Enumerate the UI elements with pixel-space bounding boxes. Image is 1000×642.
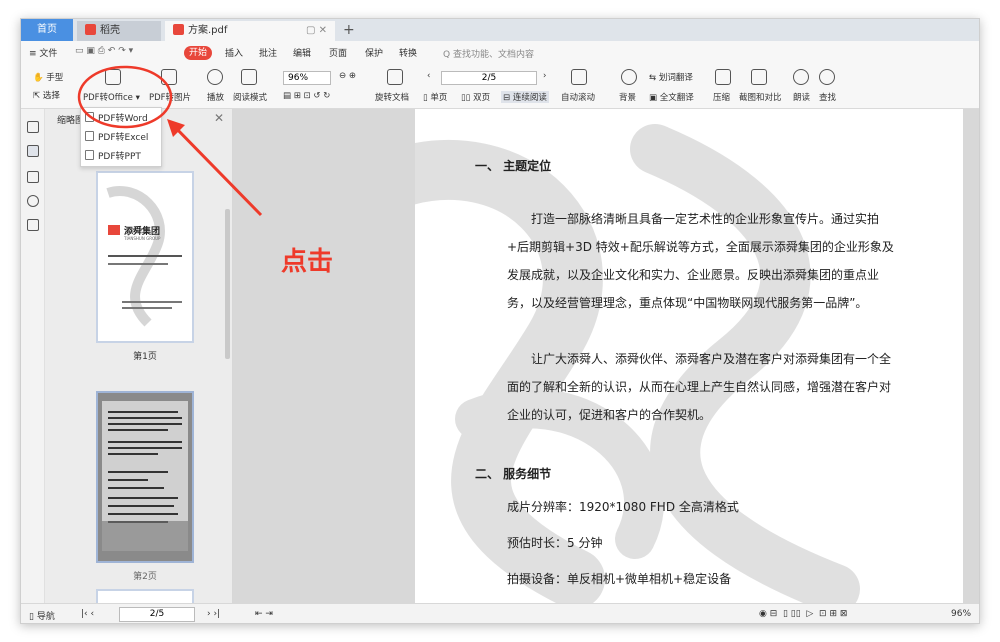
click-annotation-text: 点击 — [281, 247, 334, 277]
highlight-circle — [77, 65, 173, 129]
pointer-arrow-line — [169, 121, 263, 217]
pdf-reader-window: 首页 稻壳 方案.pdf ▢ ✕ + ≡ 文件 ▭ ▣ ⎙ ↶ ↷ ▾ 开始 插… — [20, 18, 980, 624]
tutorial-annotation — [77, 65, 263, 217]
